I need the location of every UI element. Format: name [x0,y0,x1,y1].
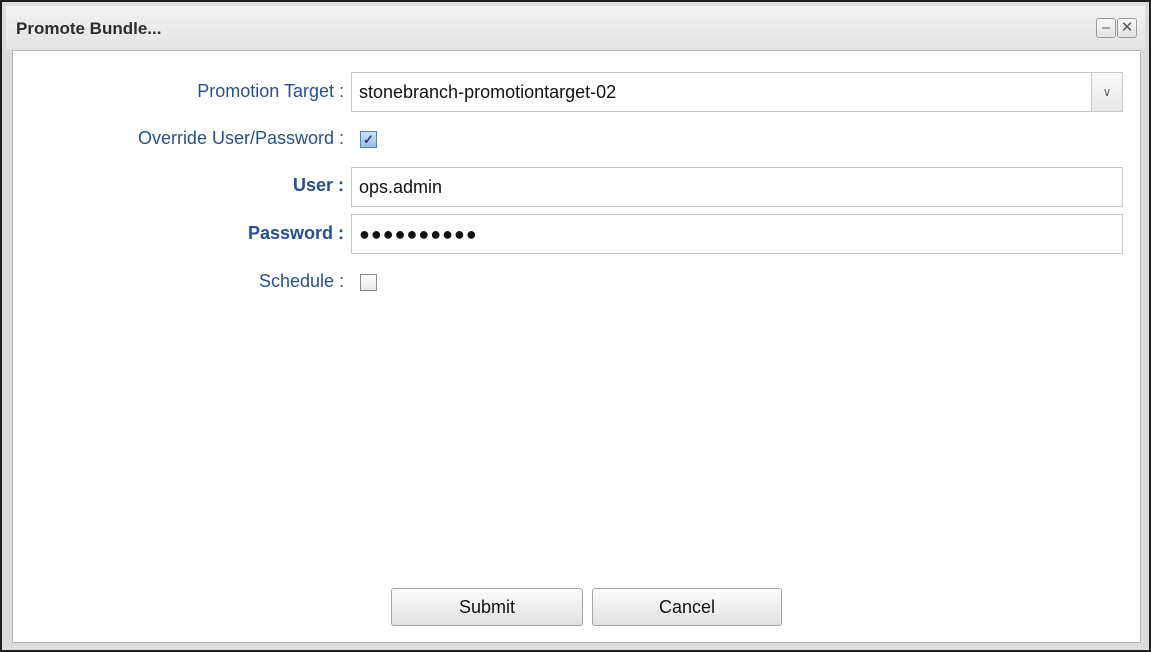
promotion-target-select[interactable]: stonebranch-promotiontarget-02 ∨ [351,72,1123,112]
dialog-title: Promote Bundle... [16,19,162,38]
minimize-icon[interactable]: – [1096,18,1116,38]
user-input[interactable]: ops.admin [351,167,1123,207]
override-user-password-checkbox[interactable]: ✓ [360,131,377,148]
submit-button[interactable]: Submit [391,588,583,626]
user-label: User : [292,175,344,195]
override-user-password-label: Override User/Password : [137,128,344,148]
dialog-body: Promotion Target : stonebranch-promotion… [12,50,1141,643]
user-value: ops.admin [359,177,443,197]
password-masked-value: ●●●●●●●●●● [359,224,478,244]
chevron-down-icon[interactable]: ∨ [1091,73,1122,111]
promotion-target-label: Promotion Target : [197,81,344,101]
password-input[interactable]: ●●●●●●●●●● [351,214,1123,254]
password-label: Password : [247,223,344,243]
promotion-target-value: stonebranch-promotiontarget-02 [359,82,617,102]
schedule-checkbox[interactable] [360,274,377,291]
cancel-button[interactable]: Cancel [592,588,782,626]
schedule-label: Schedule : [258,271,344,291]
dialog-titlebar[interactable]: Promote Bundle... – ✕ [6,6,1145,50]
close-icon[interactable]: ✕ [1117,18,1137,38]
promote-bundle-dialog: Promote Bundle... – ✕ Promotion Target :… [0,0,1151,652]
